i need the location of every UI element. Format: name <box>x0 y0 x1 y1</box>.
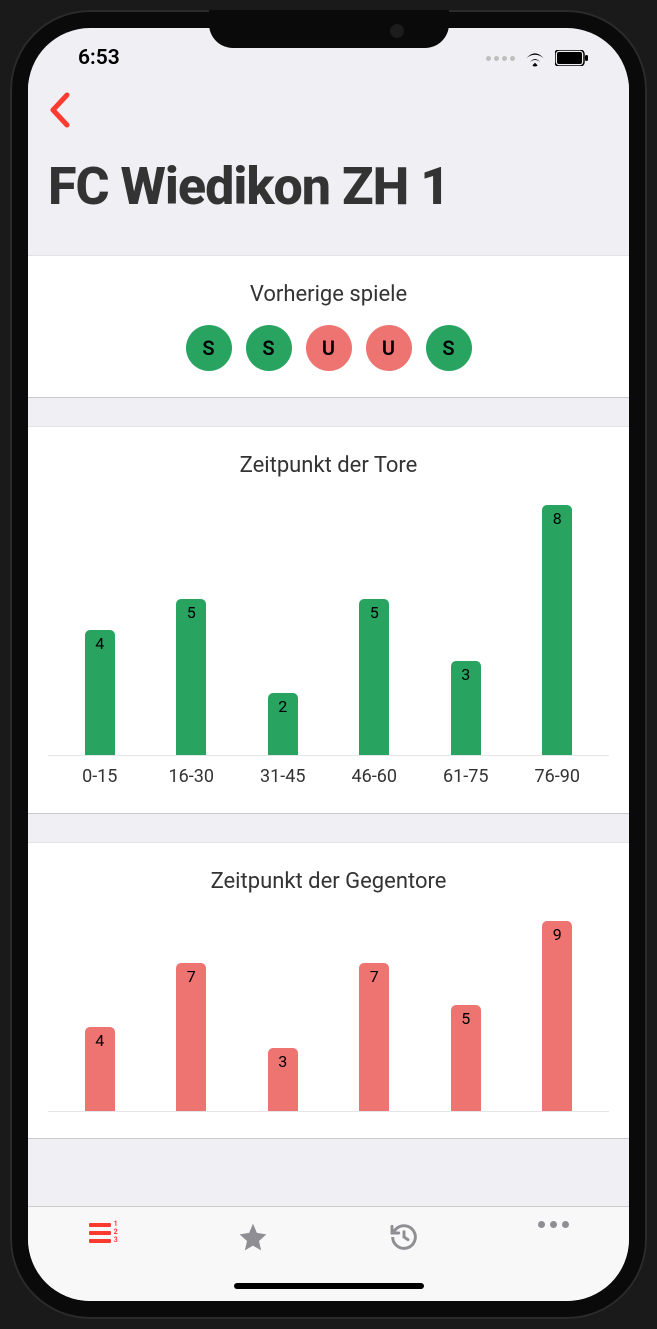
tab-standings[interactable]: 123 <box>28 1221 178 1244</box>
goals-chart-xaxis: 0-1516-3031-4546-6061-7576-90 <box>48 766 609 787</box>
history-icon <box>388 1221 420 1253</box>
status-indicators <box>486 49 589 67</box>
bar-wrap: 9 <box>512 912 604 1111</box>
xaxis-label: 31-45 <box>237 766 329 787</box>
chart-bar: 5 <box>451 1005 481 1111</box>
conceded-chart-card: Zeitpunkt der Gegentore 473759 0-1516-30… <box>28 842 629 1139</box>
goals-chart: 4 5 2 5 3 8 <box>48 496 609 756</box>
bar-value: 4 <box>95 634 104 653</box>
bar-value: 3 <box>461 665 470 684</box>
bar-wrap: 4 <box>54 912 146 1111</box>
chart-bar: 2 <box>268 693 298 756</box>
bar-value: 7 <box>370 967 379 986</box>
phone-frame: 6:53 FC Wiedikon ZH 1 Vorherige spiele S… <box>10 10 647 1319</box>
bar-wrap: 5 <box>329 496 421 755</box>
chart-bar: 8 <box>542 505 572 755</box>
bar-value: 9 <box>553 925 562 944</box>
result-badges: SSUUS <box>48 325 609 371</box>
bar-value: 5 <box>187 603 196 622</box>
bar-wrap: 8 <box>512 496 604 755</box>
previous-games-card: Vorherige spiele SSUUS <box>28 255 629 398</box>
result-badge: S <box>186 325 232 371</box>
chart-bar: 5 <box>359 599 389 755</box>
bar-wrap: 4 <box>54 496 146 755</box>
tab-favorites[interactable] <box>178 1221 328 1253</box>
star-icon <box>237 1221 269 1253</box>
bar-value: 8 <box>553 509 562 528</box>
xaxis-label: 61-75 <box>420 766 512 787</box>
header: FC Wiedikon ZH 1 <box>28 78 629 227</box>
bar-value: 2 <box>278 697 287 716</box>
bar-wrap: 2 <box>237 496 329 755</box>
chart-bar: 4 <box>85 630 115 755</box>
bar-value: 5 <box>370 603 379 622</box>
result-badge: U <box>306 325 352 371</box>
xaxis-label: 0-15 <box>54 766 146 787</box>
result-badge: U <box>366 325 412 371</box>
cellular-icon <box>486 56 515 61</box>
chart-bar: 3 <box>268 1048 298 1111</box>
bar-wrap: 5 <box>146 496 238 755</box>
more-icon <box>538 1221 569 1228</box>
bar-value: 5 <box>461 1009 470 1028</box>
bar-value: 3 <box>278 1052 287 1071</box>
back-button[interactable] <box>48 92 609 136</box>
chart-bar: 3 <box>451 661 481 755</box>
tab-history[interactable] <box>329 1221 479 1253</box>
battery-icon <box>555 50 589 66</box>
bar-wrap: 3 <box>237 912 329 1111</box>
page-title: FC Wiedikon ZH 1 <box>48 156 609 217</box>
content[interactable]: Vorherige spiele SSUUS Zeitpunkt der Tor… <box>28 227 629 1206</box>
xaxis-label: 16-30 <box>146 766 238 787</box>
bar-wrap: 7 <box>146 912 238 1111</box>
xaxis-label: 46-60 <box>329 766 421 787</box>
chevron-left-icon <box>48 92 70 128</box>
bar-value: 7 <box>187 967 196 986</box>
bar-wrap: 7 <box>329 912 421 1111</box>
chart-bar: 7 <box>176 963 206 1111</box>
screen: 6:53 FC Wiedikon ZH 1 Vorherige spiele S… <box>28 28 629 1301</box>
bar-wrap: 3 <box>420 496 512 755</box>
status-time: 6:53 <box>78 46 120 70</box>
previous-games-title: Vorherige spiele <box>48 282 609 307</box>
notch <box>209 10 449 48</box>
wifi-icon <box>523 49 547 67</box>
chart-bar: 7 <box>359 963 389 1111</box>
conceded-chart: 4 7 3 7 5 9 <box>48 912 609 1112</box>
chart-bar: 4 <box>85 1027 115 1111</box>
result-badge: S <box>246 325 292 371</box>
goals-chart-title: Zeitpunkt der Tore <box>48 453 609 478</box>
xaxis-label: 76-90 <box>512 766 604 787</box>
tab-more[interactable] <box>479 1221 629 1228</box>
chart-bar: 9 <box>542 921 572 1111</box>
home-indicator[interactable] <box>234 1283 424 1289</box>
result-badge: S <box>426 325 472 371</box>
bar-wrap: 5 <box>420 912 512 1111</box>
list-icon: 123 <box>89 1221 118 1244</box>
conceded-chart-title: Zeitpunkt der Gegentore <box>48 869 609 894</box>
chart-bar: 5 <box>176 599 206 755</box>
goals-chart-card: Zeitpunkt der Tore 4 5 2 5 3 8 0-1516-3031-45… <box>28 426 629 814</box>
bar-value: 4 <box>95 1031 104 1050</box>
